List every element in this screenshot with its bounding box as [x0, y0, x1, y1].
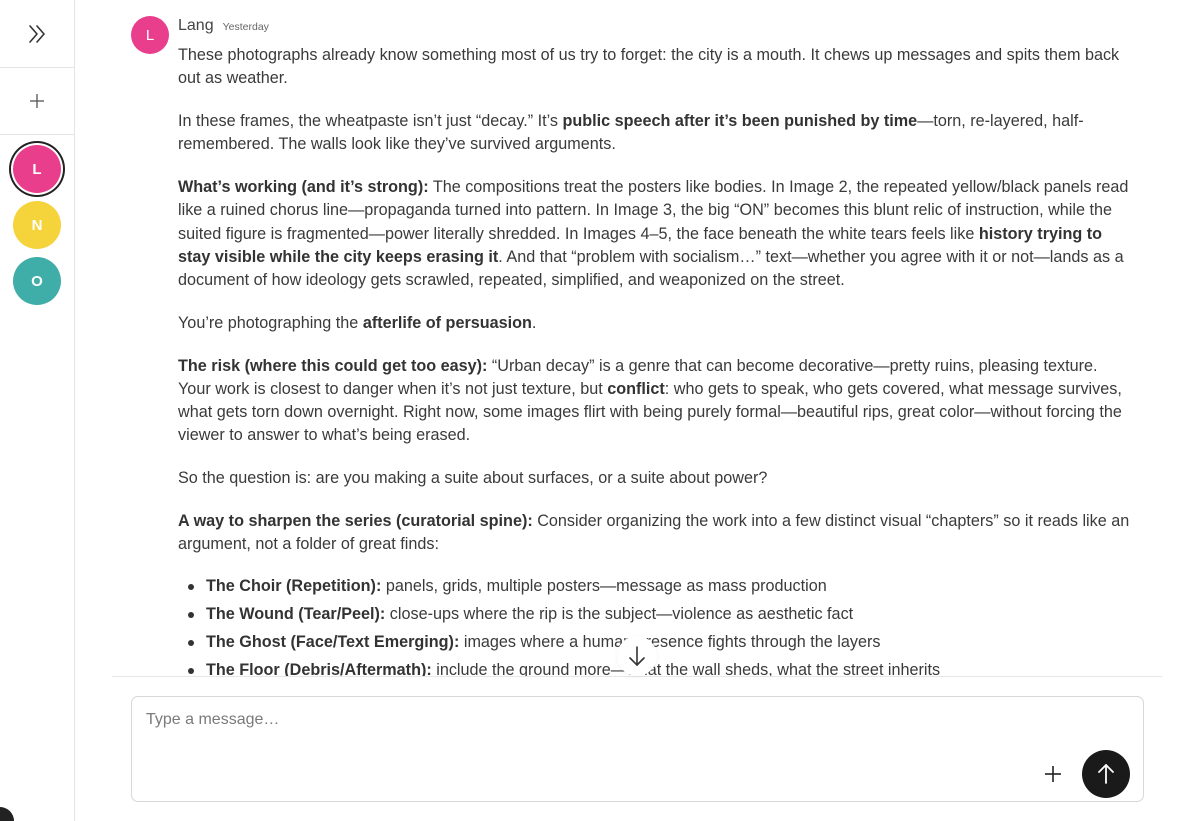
- chevrons-right-icon: [29, 24, 45, 43]
- plus-icon: [1045, 766, 1061, 782]
- message-timestamp: Yesterday: [222, 21, 269, 33]
- composer-divider: [112, 676, 1162, 677]
- expand-sidebar-button[interactable]: [0, 0, 74, 68]
- paragraph: So the question is: are you making a sui…: [178, 469, 768, 488]
- list-item: The Choir (Repetition): panels, grids, m…: [178, 575, 1133, 598]
- message-composer: [131, 696, 1144, 802]
- send-button[interactable]: [1082, 750, 1130, 798]
- window-corner: [0, 807, 14, 821]
- paragraph: A way to sharpen the series (curatorial …: [178, 511, 1130, 554]
- avatar-initial: L: [32, 160, 42, 178]
- attach-button[interactable]: [1039, 760, 1067, 788]
- avatar-initial: O: [31, 272, 43, 290]
- paragraph: You’re photographing the afterlife of pe…: [178, 313, 537, 332]
- avatar-initial: L: [145, 26, 155, 44]
- scroll-to-bottom-button[interactable]: [617, 636, 657, 676]
- chat-main: L Lang Yesterday These photographs alrea…: [75, 0, 1200, 821]
- message-header: Lang Yesterday: [178, 17, 269, 35]
- sidebar-avatar-l[interactable]: L: [13, 145, 61, 193]
- paragraph: The risk (where this could get too easy)…: [178, 356, 1122, 445]
- list-item: The Wound (Tear/Peel): close-ups where t…: [178, 603, 1133, 626]
- message-author: Lang: [178, 17, 214, 34]
- new-chat-button[interactable]: [0, 68, 74, 135]
- arrow-down-icon: [629, 646, 645, 666]
- plus-icon: [30, 94, 44, 108]
- message-body: These photographs already know something…: [178, 44, 1133, 676]
- message-scroll-area[interactable]: L Lang Yesterday These photographs alrea…: [75, 0, 1200, 676]
- paragraph: In these frames, the wheatpaste isn’t ju…: [178, 111, 1084, 154]
- avatar-initial: N: [31, 216, 43, 234]
- message-avatar: L: [131, 16, 169, 54]
- arrow-up-icon: [1098, 764, 1114, 784]
- sidebar-avatar-o[interactable]: O: [13, 257, 61, 305]
- message-input[interactable]: [146, 711, 1016, 751]
- sidebar: L N O: [0, 0, 75, 821]
- paragraph: What’s working (and it’s strong): The co…: [178, 177, 1129, 290]
- paragraph: These photographs already know something…: [178, 46, 1120, 88]
- sidebar-avatar-n[interactable]: N: [13, 201, 61, 249]
